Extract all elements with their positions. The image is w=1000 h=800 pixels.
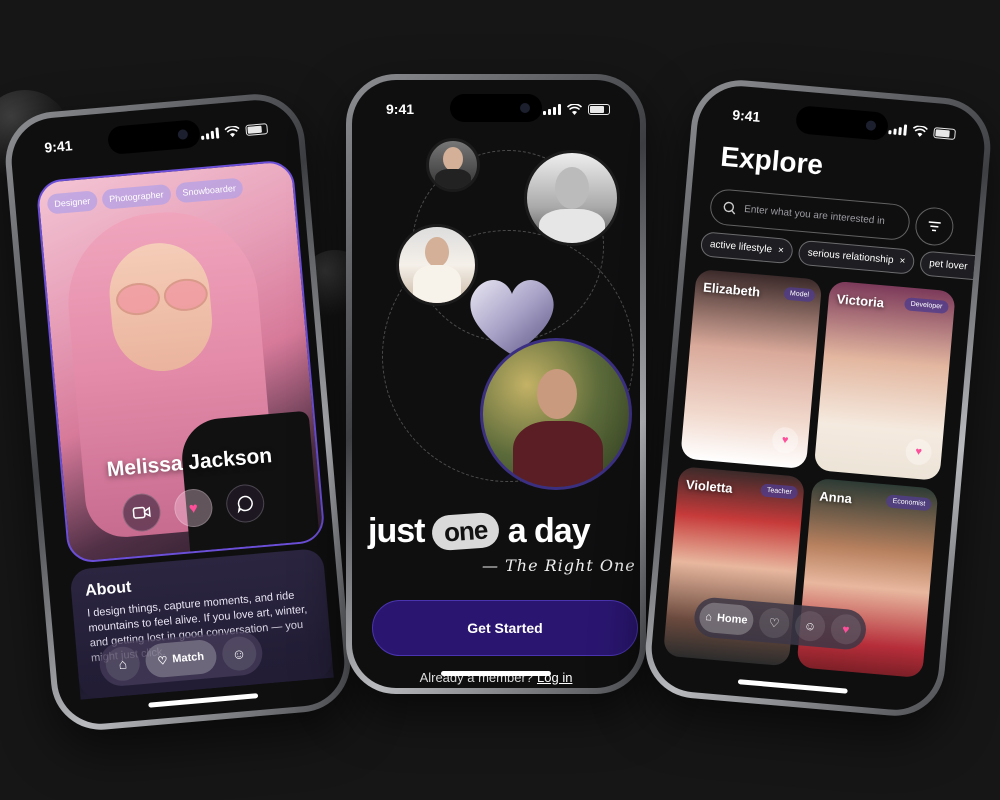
nav-match-button[interactable]: ♡ Match — [144, 638, 218, 679]
search-icon — [723, 201, 736, 214]
battery-icon — [245, 122, 269, 136]
tagline-text: just — [368, 512, 425, 550]
interest-tag: Photographer — [101, 183, 172, 210]
wifi-icon — [912, 124, 928, 137]
video-icon — [132, 506, 151, 519]
profile-card-name: Anna — [818, 488, 853, 507]
chip-label: active lifestyle — [709, 239, 773, 256]
signal-icon — [200, 126, 220, 140]
heart-icon: ♥ — [188, 499, 199, 517]
profile-card-name: Elizabeth — [702, 279, 761, 300]
avatar-photo — [426, 138, 480, 192]
battery-icon — [933, 126, 957, 140]
filter-button[interactable] — [913, 205, 955, 248]
nav-home-button[interactable]: ⌂ Home — [698, 601, 755, 637]
explore-phone: 9:41 Explore Enter what you are interest… — [641, 76, 995, 720]
wifi-icon — [224, 125, 240, 137]
heart-outline-icon: ♡ — [768, 615, 781, 631]
nav-profile-button[interactable]: ☺ — [793, 609, 827, 643]
status-time: 9:41 — [43, 137, 74, 156]
signal-icon — [888, 123, 908, 136]
interest-tag: Designer — [46, 190, 99, 215]
close-icon[interactable]: × — [973, 262, 980, 273]
heart-icon: ♥ — [914, 445, 923, 459]
welcome-phone: 9:41 just one a day — The Right One Get … — [346, 74, 646, 694]
user-icon: ☺ — [231, 645, 247, 663]
profile-card-name: Violetta — [685, 476, 734, 496]
close-icon[interactable]: × — [777, 245, 784, 256]
profile-card-role: Economist — [886, 494, 932, 512]
avatar-photo — [524, 150, 620, 246]
profile-card-role: Developer — [904, 297, 949, 314]
filter-icon — [928, 221, 941, 232]
welcome-screen: 9:41 just one a day — The Right One Get … — [352, 80, 640, 688]
chat-button[interactable] — [224, 482, 266, 525]
home-icon: ⌂ — [117, 655, 128, 673]
home-indicator — [148, 693, 259, 708]
like-button[interactable]: ♥ — [771, 426, 800, 455]
avatar-photo-featured — [480, 338, 632, 490]
profile-card-name: Victoria — [836, 291, 885, 311]
battery-icon — [588, 103, 610, 115]
home-icon: ⌂ — [704, 611, 713, 624]
nav-home-label: Home — [716, 612, 748, 627]
nav-profile-button[interactable]: ☺ — [220, 635, 258, 673]
profile-card[interactable]: Anna Economist — [796, 477, 939, 679]
interest-tags: Designer Photographer Snowboarder — [46, 177, 244, 215]
profile-screen: 9:41 Designer Photographer Snowboarder M… — [8, 96, 348, 728]
like-button[interactable]: ♥ — [904, 437, 933, 467]
close-icon[interactable]: × — [899, 256, 906, 267]
get-started-button[interactable]: Get Started — [372, 600, 638, 656]
tagline-highlight: one — [431, 511, 501, 552]
profile-card[interactable]: Designer Photographer Snowboarder Meliss… — [35, 159, 326, 565]
profile-card[interactable]: Victoria Developer ♥ — [813, 280, 956, 481]
heart-outline-icon: ♡ — [157, 654, 169, 668]
home-indicator — [737, 679, 848, 694]
signal-icon — [543, 103, 561, 115]
profile-phone: 9:41 Designer Photographer Snowboarder M… — [1, 90, 355, 734]
filter-chip[interactable]: serious relationship × — [797, 239, 916, 275]
status-time: 9:41 — [386, 101, 415, 117]
status-time: 9:41 — [731, 106, 762, 125]
nav-match-label: Match — [171, 650, 205, 666]
nav-home-button[interactable]: ⌂ — [104, 645, 142, 683]
filter-chip[interactable]: active lifestyle × — [699, 231, 794, 265]
profile-card[interactable]: Elizabeth Model ♥ — [680, 268, 823, 470]
tagline: just one a day — [368, 511, 591, 552]
status-bar: 9:41 — [386, 100, 610, 118]
tagline-subtitle: — The Right One — [482, 556, 636, 575]
profile-card-role: Model — [783, 286, 816, 303]
heart-icon: ♥ — [841, 622, 851, 637]
search-input[interactable]: Enter what you are interested in — [708, 187, 912, 242]
explore-screen: 9:41 Explore Enter what you are interest… — [648, 82, 988, 714]
chip-label: serious relationship — [807, 247, 895, 267]
search-placeholder: Enter what you are interested in — [743, 203, 886, 227]
video-call-button[interactable] — [121, 491, 163, 534]
tagline-text: a day — [507, 512, 591, 550]
like-button[interactable]: ♥ — [172, 487, 215, 529]
filter-chip[interactable]: pet lover × — [919, 250, 988, 282]
wifi-icon — [567, 103, 582, 115]
interest-tag: Snowboarder — [174, 177, 244, 204]
chip-label: pet lover — [928, 258, 968, 273]
chat-icon — [237, 495, 253, 514]
page-title: Explore — [719, 140, 825, 181]
nav-likes-button[interactable]: ♥ — [829, 613, 863, 646]
nav-match-button[interactable]: ♡ — [757, 606, 791, 640]
home-indicator — [441, 671, 551, 676]
profile-card-role: Teacher — [760, 483, 799, 500]
user-icon: ☺ — [803, 618, 817, 634]
heart-icon: ♥ — [781, 434, 789, 447]
